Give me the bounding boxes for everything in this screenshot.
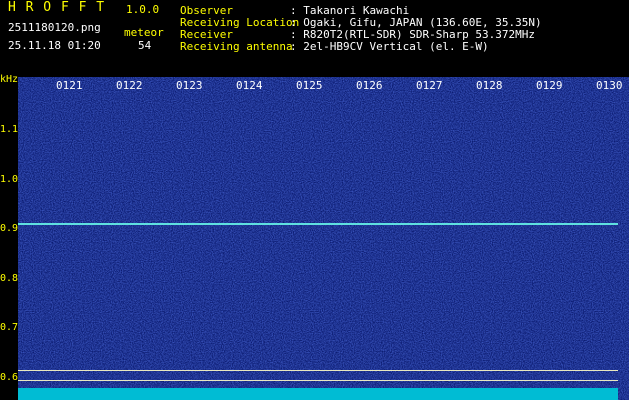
mode-label: meteor <box>124 26 164 39</box>
y-tick-label: 0.7 <box>0 322 19 333</box>
y-tick-label: 1.0 <box>0 174 19 185</box>
antenna-value: : 2el-HB9CV Vertical (el. E-W) <box>290 40 489 53</box>
x-tick-label: 0125 <box>296 79 323 92</box>
header-panel: H R O F F T 1.0.0 2511180120.png meteor … <box>0 0 629 74</box>
y-tick-label: 0.8 <box>0 273 19 284</box>
datetime: 25.11.18 01:20 <box>8 39 101 52</box>
x-tick-label: 0127 <box>416 79 443 92</box>
app-name: H R O F F T <box>8 0 106 15</box>
app-version: 1.0.0 <box>126 3 160 16</box>
x-tick-label: 0128 <box>476 79 503 92</box>
power-strip <box>18 388 618 400</box>
meteor-count: 54 <box>138 39 152 52</box>
spectrogram-canvas <box>18 77 629 400</box>
y-tick-label: 0.9 <box>0 223 19 234</box>
x-tick-label: 0130 <box>596 79 623 92</box>
antenna-label: Receiving antenna <box>180 40 293 53</box>
x-tick-label: 0121 <box>56 79 83 92</box>
file-name: 2511180120.png <box>8 21 101 34</box>
x-tick-label: 0124 <box>236 79 263 92</box>
spectrogram-noise <box>18 77 629 400</box>
reference-line <box>18 370 618 371</box>
y-axis-unit: kHz <box>0 74 19 85</box>
y-tick-label: 0.6 <box>0 372 19 383</box>
reference-line <box>18 380 618 381</box>
y-tick-label: 1.1 <box>0 124 19 135</box>
x-tick-label: 0129 <box>536 79 563 92</box>
x-tick-label: 0122 <box>116 79 143 92</box>
x-tick-label: 0123 <box>176 79 203 92</box>
x-tick-label: 0126 <box>356 79 383 92</box>
carrier-signal-line <box>18 223 618 225</box>
